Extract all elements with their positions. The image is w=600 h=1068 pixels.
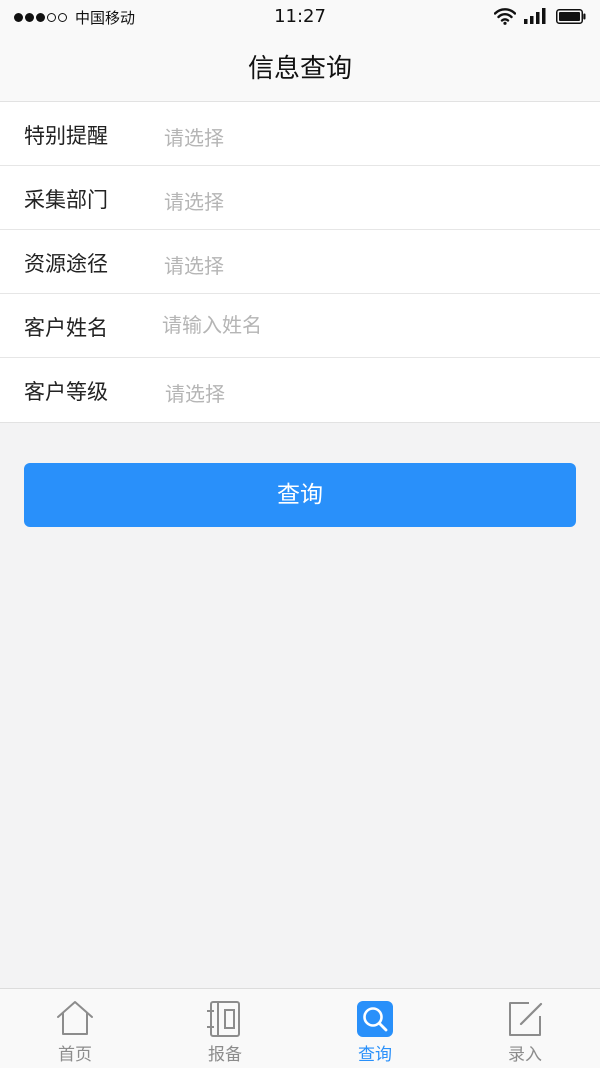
- collection-department-select[interactable]: 请选择: [164, 186, 224, 215]
- tab-bar: 首页 报备 查询 录入: [0, 988, 600, 1068]
- customer-name-input[interactable]: [162, 308, 562, 342]
- tab-query[interactable]: 查询: [300, 989, 450, 1068]
- notebook-icon: [205, 999, 245, 1039]
- status-right: [494, 7, 586, 25]
- navigation-bar: 信息查询: [0, 34, 600, 102]
- tab-query-label: 查询: [358, 1045, 392, 1065]
- resource-channel-label: 资源途径: [24, 252, 108, 276]
- home-icon: [55, 999, 95, 1039]
- customer-level-label: 客户等级: [24, 380, 108, 404]
- wifi-icon: [494, 7, 516, 25]
- tab-report-label: 报备: [208, 1045, 242, 1065]
- collection-department-row[interactable]: 采集部门 请选择: [0, 166, 600, 230]
- special-reminder-label: 特别提醒: [24, 124, 108, 148]
- query-button[interactable]: 查询: [24, 463, 576, 527]
- resource-channel-select[interactable]: 请选择: [164, 250, 224, 279]
- tab-home[interactable]: 首页: [0, 989, 150, 1068]
- customer-name-label: 客户姓名: [24, 316, 108, 340]
- search-icon: [355, 999, 395, 1039]
- customer-level-row[interactable]: 客户等级 请选择: [0, 358, 600, 422]
- edit-icon: [505, 999, 545, 1039]
- tab-entry-label: 录入: [508, 1045, 542, 1065]
- battery-icon: [556, 8, 586, 24]
- resource-channel-row[interactable]: 资源途径 请选择: [0, 230, 600, 294]
- page-title: 信息查询: [247, 54, 352, 84]
- status-bar: 中国移动 11:27: [0, 0, 600, 34]
- collection-department-label: 采集部门: [24, 188, 108, 212]
- special-reminder-select[interactable]: 请选择: [164, 122, 224, 151]
- cellular-bars-icon: [524, 8, 546, 24]
- special-reminder-row[interactable]: 特别提醒 请选择: [0, 102, 600, 166]
- customer-level-select[interactable]: 请选择: [165, 378, 225, 407]
- tab-home-label: 首页: [58, 1045, 92, 1065]
- tab-entry[interactable]: 录入: [450, 989, 600, 1068]
- customer-name-row: 客户姓名: [0, 294, 600, 358]
- query-form: 特别提醒 请选择 采集部门 请选择 资源途径 请选择 客户姓名 客户等级 请选择: [0, 102, 600, 423]
- tab-report[interactable]: 报备: [150, 989, 300, 1068]
